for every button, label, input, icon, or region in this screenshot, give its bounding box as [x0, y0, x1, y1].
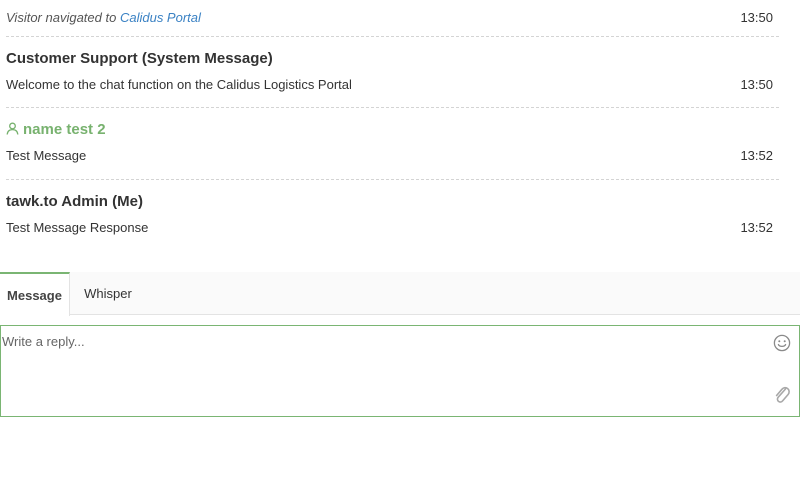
composer-tabs: Message Whisper: [0, 272, 800, 316]
event-text: Visitor navigated to Calidus Portal: [6, 10, 201, 25]
reply-input[interactable]: [1, 326, 761, 414]
visitor-name[interactable]: name test 2: [23, 121, 106, 138]
reply-box: [0, 325, 800, 417]
message-text: Test Message Response: [6, 220, 149, 235]
message-text: Welcome to the chat function on the Cali…: [6, 77, 352, 92]
message-system: Customer Support (System Message) Welcom…: [6, 37, 779, 108]
navigation-event: Visitor navigated to Calidus Portal 13:5…: [6, 0, 779, 37]
event-prefix: Visitor navigated to: [6, 10, 117, 25]
event-time: 13:50: [740, 10, 773, 25]
message-time: 13:50: [740, 77, 773, 92]
smiley-icon[interactable]: [773, 334, 791, 357]
tab-whisper[interactable]: Whisper: [72, 272, 144, 315]
chat-log: Visitor navigated to Calidus Portal 13:5…: [0, 0, 800, 270]
paperclip-icon[interactable]: [773, 384, 791, 411]
message-admin: tawk.to Admin (Me) Test Message Response…: [6, 180, 779, 251]
user-icon: [6, 122, 19, 139]
message-text: Test Message: [6, 148, 87, 163]
message-sender: tawk.to Admin (Me): [6, 193, 143, 210]
tab-message[interactable]: Message: [0, 272, 70, 316]
message-sender: Customer Support (System Message): [6, 50, 273, 67]
message-time: 13:52: [740, 220, 773, 235]
message-visitor: name test 2 Test Message 13:52: [6, 108, 779, 180]
message-time: 13:52: [740, 148, 773, 163]
visitor-sender: name test 2: [6, 121, 106, 139]
event-link[interactable]: Calidus Portal: [120, 10, 201, 25]
